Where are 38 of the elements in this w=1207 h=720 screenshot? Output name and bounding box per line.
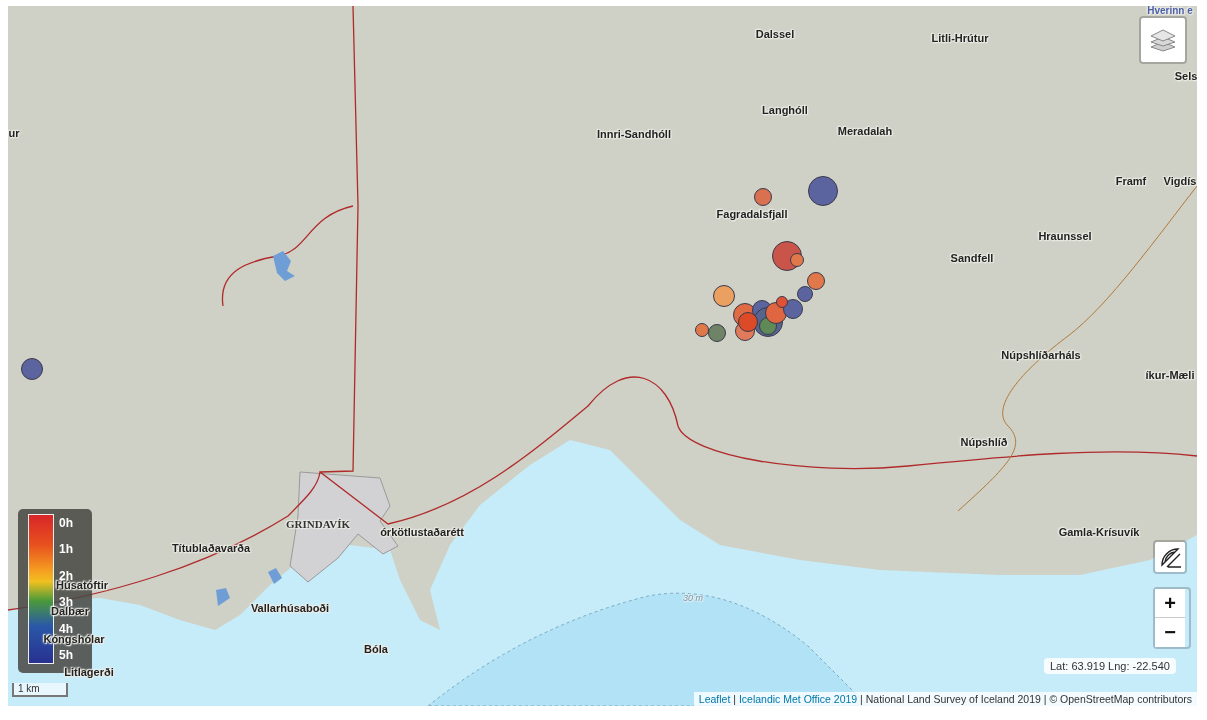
place-label: Sandfell [950,252,994,264]
town-label: GRINDAVÍK [286,518,350,530]
place-label: Dalssel [755,28,795,40]
place-label: Bóla [364,643,388,655]
depth-label: 30 m [683,593,703,603]
place-label: Gamla-Krísuvík [1058,526,1140,538]
legend-label: 5h [59,647,73,662]
legend-label: 0h [59,516,73,530]
attribution-text: Leaflet | Icelandic Met Office 2019 | National Land Survey of Iceland 2019 | © OpenStreetMap contributors [693,692,1197,706]
place-label: íkur-Mæli [1145,369,1195,381]
place-label: Núpshlíðarháls [1001,349,1081,361]
coordinates-readout: Lat: 63.919 Lng: -22.540 [1044,658,1176,674]
place-label: Fagradalsfjall [716,208,788,220]
legend-label: 4h [59,621,73,636]
layers-icon [1150,28,1176,52]
attribution-link[interactable]: Icelandic Met Office 2019 [738,693,858,705]
place-label: Langhóll [762,104,808,116]
scale-bar: 1 km [12,683,68,697]
place-label: órkötlustaðarétt [380,526,464,538]
place-label: Meradalah [837,125,893,137]
place-label: Sels [1174,70,1197,82]
place-label: Vigdís [1163,175,1197,187]
place-label: Núpshlíð [960,436,1008,448]
place-label: Litlagerði [64,666,114,678]
place-label: ur [8,127,20,139]
place-label: Vallarhúsaboði [250,602,330,614]
layers-button[interactable] [1139,16,1187,64]
zoom-out-button[interactable]: − [1155,618,1185,647]
measure-button[interactable] [1153,540,1187,574]
place-label: Framf [1115,175,1147,187]
place-label: Litli-Hrútur [931,32,989,44]
place-label: Hraunssel [1038,230,1092,242]
zoom-in-button[interactable]: + [1155,589,1185,618]
legend-label: 1h [59,542,73,557]
place-label: Hverinn e [1147,6,1193,16]
place-label: Innri-Sandhóll [597,128,671,140]
attribution-link[interactable]: Leaflet [698,693,731,705]
protractor-icon [1158,545,1182,569]
